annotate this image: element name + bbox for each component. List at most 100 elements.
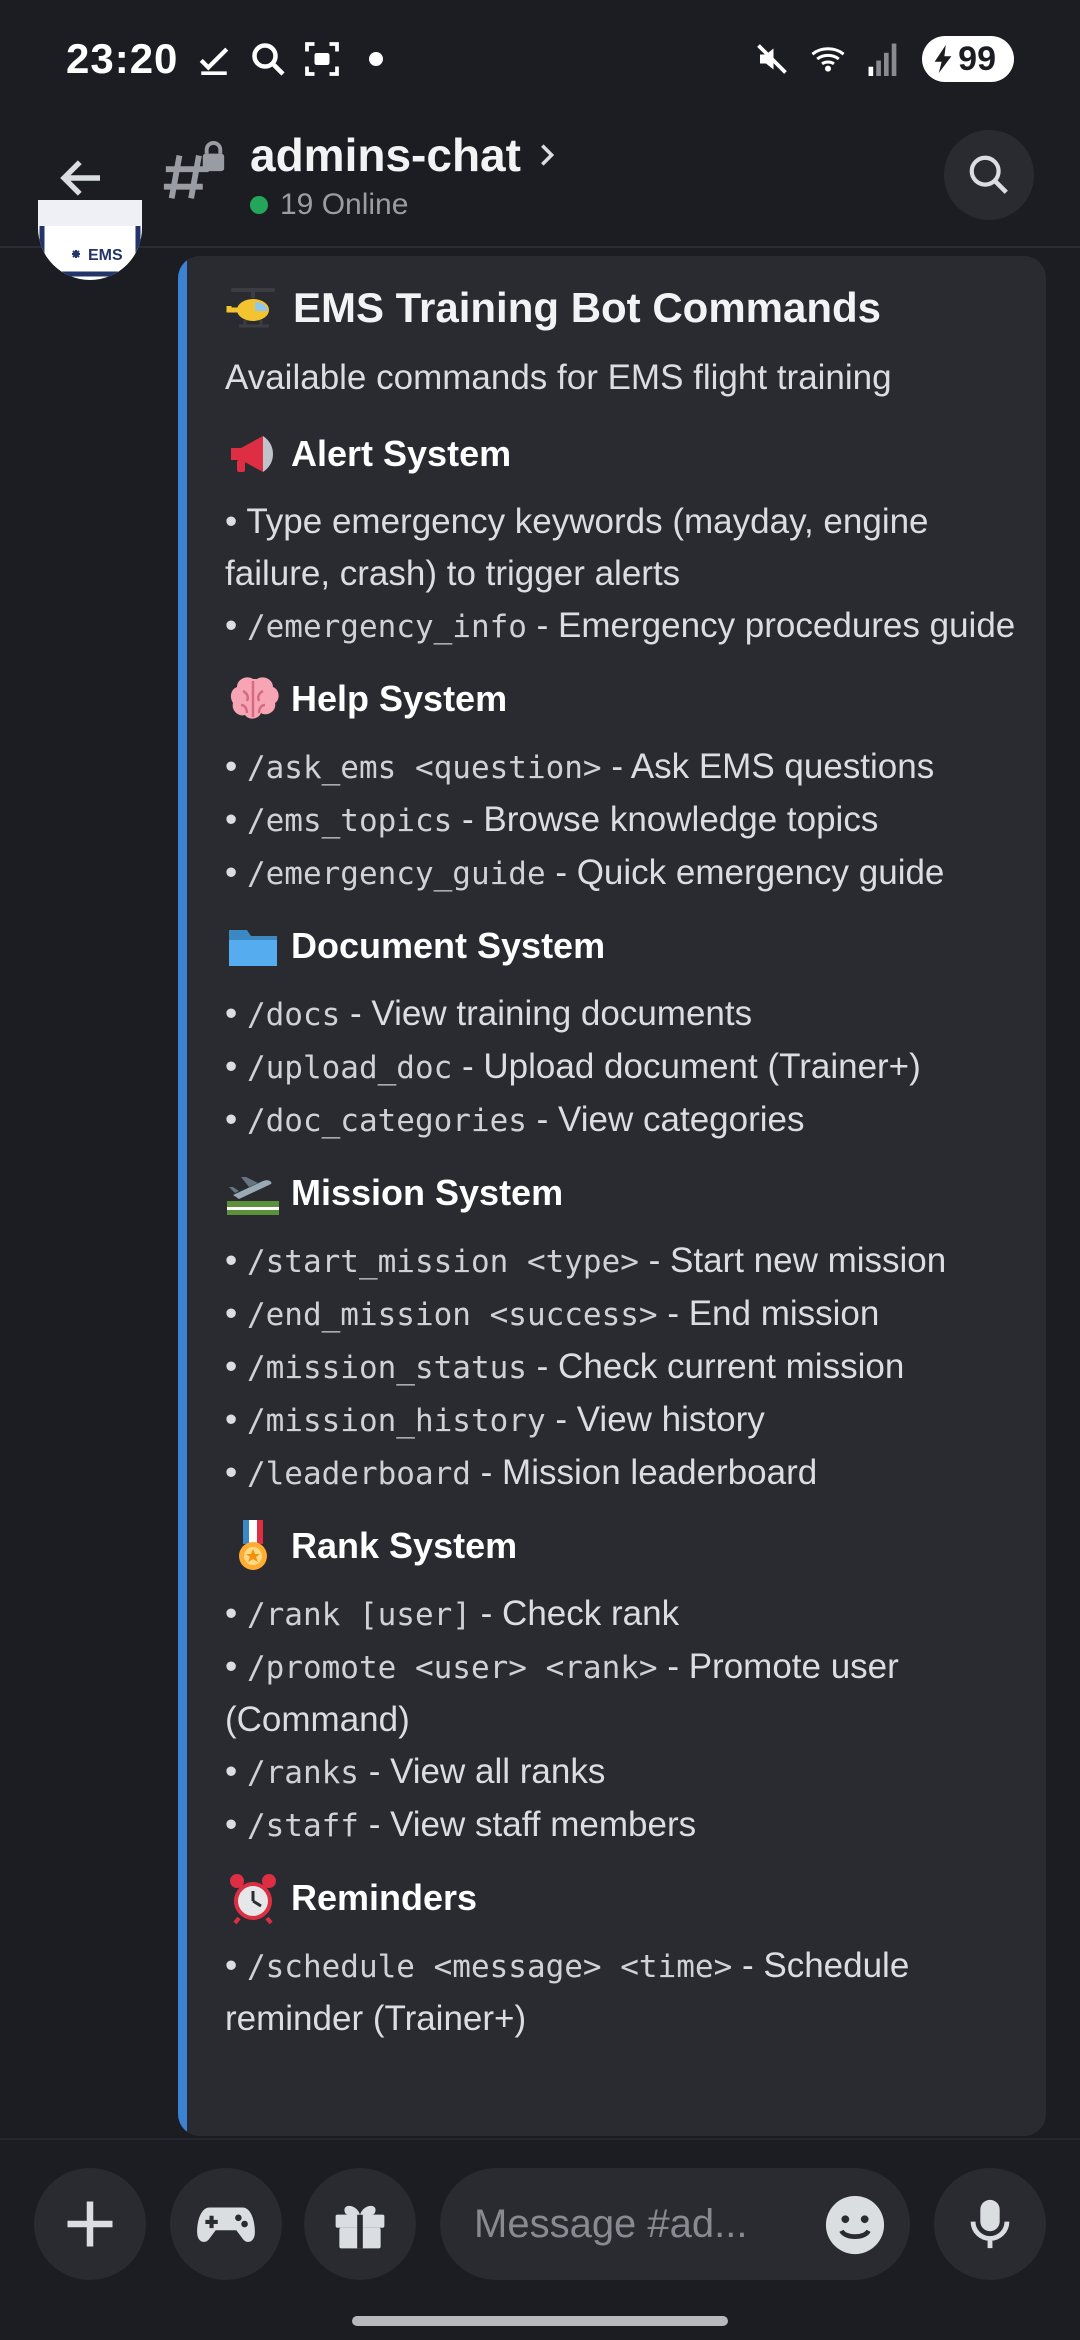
list-item: • /leaderboard - Mission leaderboard [225, 1453, 818, 1492]
command-description: - View history [545, 1400, 765, 1439]
list-item: • /schedule <message> <time> - Schedule … [225, 1946, 910, 2038]
section-title: Rank System [225, 1518, 1025, 1574]
search-button[interactable] [944, 130, 1034, 220]
command: /end_mission <success> [246, 1297, 658, 1333]
command: /ranks [246, 1755, 359, 1791]
voice-message-button[interactable] [934, 2168, 1046, 2280]
section-document-system: Document System • /docs - View training … [225, 918, 1025, 1147]
list-item: • /mission_history - View history [225, 1400, 765, 1439]
command-description: - Ask EMS questions [601, 747, 935, 786]
list-item: • /rank [user] - Check rank [225, 1594, 680, 1633]
section-title-text: Alert System [291, 433, 512, 474]
list-item: • /staff - View staff members [225, 1805, 697, 1844]
signal-icon [866, 41, 902, 77]
plus-icon [67, 2201, 113, 2247]
gamepad-icon [197, 2207, 255, 2242]
message-input[interactable]: Message #ad... [440, 2168, 910, 2280]
command-description: - View categories [526, 1100, 805, 1139]
medal-icon [239, 1520, 267, 1570]
battery-indicator: 99 [922, 36, 1014, 82]
command-description: - Check current mission [526, 1347, 905, 1386]
list-item: • /docs - View training documents [225, 994, 753, 1033]
command: /emergency_info [246, 609, 527, 645]
avatar-label: EMS [88, 247, 123, 264]
section-title: Document System [225, 918, 1025, 974]
check-icon [196, 41, 232, 77]
list-item: • /ask_ems <question> - Ask EMS question… [225, 747, 935, 786]
folder-icon [229, 930, 277, 966]
bot-embed: EMS Training Bot Commands Available comm… [178, 256, 1046, 2136]
section-title: Alert System [225, 426, 1025, 482]
microphone-icon [970, 2199, 1010, 2249]
command-description: - View all ranks [358, 1752, 606, 1791]
list-item: • /promote <user> <rank> - Promote user … [225, 1647, 899, 1739]
composer-bar: Message #ad... [0, 2138, 1080, 2340]
command: /doc_categories [246, 1103, 527, 1139]
screenshot-icon [304, 41, 340, 77]
add-button[interactable] [34, 2168, 146, 2280]
section-title-text: Reminders [291, 1877, 478, 1918]
home-indicator[interactable] [352, 2316, 728, 2326]
channel-header: admins-chat 19 Online [0, 118, 1080, 248]
command: /start_mission <type> [246, 1244, 639, 1280]
list-item: • /ems_topics - Browse knowledge topics [225, 800, 879, 839]
list-item: • /emergency_info - Emergency procedures… [225, 606, 1016, 645]
command: /ems_topics [246, 803, 453, 839]
command-description: - View training documents [340, 994, 753, 1033]
gift-button[interactable] [304, 2168, 416, 2280]
section-title-text: Document System [291, 925, 606, 966]
arrow-left-icon [60, 160, 100, 196]
section-title-text: Mission System [291, 1172, 564, 1213]
embed-title: EMS Training Bot Commands [225, 280, 1025, 336]
megaphone-icon [231, 436, 273, 472]
embed-description: Available commands for EMS flight traini… [225, 358, 892, 397]
list-item: • /mission_status - Check current missio… [225, 1347, 905, 1386]
gift-icon [335, 2205, 385, 2249]
apps-button[interactable] [170, 2168, 282, 2280]
command: /docs [246, 997, 341, 1033]
brain-icon [230, 677, 279, 719]
command-description: - Upload document (Trainer+) [452, 1047, 921, 1086]
command: /emergency_guide [246, 856, 546, 892]
command-description: - Emergency procedures guide [526, 606, 1016, 645]
status-bar: 23:20 99 [0, 0, 1080, 118]
section-title: Reminders [225, 1870, 1025, 1926]
alarm-clock-icon [230, 1874, 276, 1925]
embed-content: EMS Training Bot Commands Available comm… [225, 280, 1025, 2063]
message-input-placeholder: Message #ad... [474, 2201, 748, 2246]
section-mission-system: Mission System • /start_mission <type> -… [225, 1165, 1025, 1500]
command: /rank [user] [246, 1597, 471, 1633]
list-item: • Type emergency keywords (mayday, engin… [225, 502, 929, 593]
emoji-icon[interactable] [824, 2194, 886, 2256]
embed-title-text: EMS Training Bot Commands [293, 284, 882, 331]
section-title: Help System [225, 671, 1025, 727]
command: /ask_ems <question> [246, 750, 602, 786]
mute-icon [754, 41, 790, 77]
command: /mission_status [246, 1350, 527, 1386]
embed-accent-bar [178, 256, 187, 2136]
bot-avatar[interactable]: EMS [38, 200, 142, 280]
search-icon [250, 41, 286, 77]
command-description: - Start new mission [638, 1241, 947, 1280]
airplane-departure-icon [227, 1177, 279, 1215]
command-description: - Browse knowledge topics [452, 800, 879, 839]
section-title-text: Rank System [291, 1525, 518, 1566]
section-rank-system: Rank System • /rank [user] - Check rank … [225, 1518, 1025, 1852]
command-description: - View staff members [358, 1805, 697, 1844]
command: /leaderboard [246, 1456, 471, 1492]
list-item: • /start_mission <type> - Start new miss… [225, 1241, 947, 1280]
list-item: • /emergency_guide - Quick emergency gui… [225, 853, 945, 892]
wifi-icon [810, 41, 846, 77]
command-description: - Check rank [470, 1594, 680, 1633]
command: /mission_history [246, 1403, 546, 1439]
section-alert-system: Alert System • Type emergency keywords (… [225, 426, 1025, 653]
online-count: 19 Online [250, 188, 408, 222]
bolt-icon [934, 45, 952, 73]
command: /upload_doc [246, 1050, 453, 1086]
section-reminders: Reminders • /schedule <message> <time> -… [225, 1870, 1025, 2045]
list-item: • /doc_categories - View categories [225, 1100, 805, 1139]
channel-name-text: admins-chat [250, 129, 521, 181]
command-description: - Quick emergency guide [545, 853, 945, 892]
channel-title[interactable]: admins-chat [250, 128, 561, 182]
list-item: • /end_mission <success> - End mission [225, 1294, 880, 1333]
